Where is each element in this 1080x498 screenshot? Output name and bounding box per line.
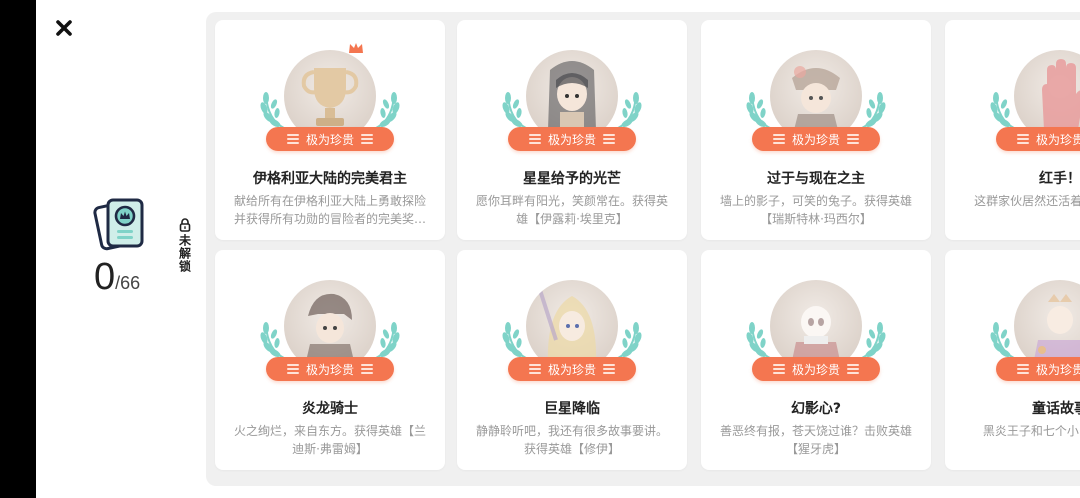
total-count: /66	[115, 273, 141, 293]
laurel-icon	[502, 322, 527, 359]
laurel-icon	[260, 92, 285, 129]
badge-right-bars	[361, 134, 373, 144]
achievement-card[interactable]: 极为珍贵 炎龙骑士 火之绚烂，来自东方。获得英雄【兰迪斯·弗雷姆】	[215, 250, 445, 470]
achievement-description: 黑炎王子和七个小巨人 姓名?	[982, 424, 1080, 438]
laurel-icon	[746, 322, 771, 359]
rarity-badge: 极为珍贵	[508, 357, 636, 381]
achievement-title: 炎龙骑士	[302, 401, 358, 417]
achievement-title: 幻影心?	[790, 401, 842, 417]
laurel-icon	[861, 322, 886, 359]
laurel-icon	[375, 322, 400, 359]
close-icon	[56, 20, 72, 36]
badge-left-bars	[528, 364, 541, 374]
lock-icon	[179, 218, 191, 232]
rarity-badge: 极为珍贵	[266, 357, 394, 381]
laurel-icon	[617, 92, 642, 129]
achievement-title: 巨星降临	[544, 401, 600, 417]
rarity-badge: 极为珍贵	[266, 127, 394, 151]
laurel-icon	[502, 92, 527, 129]
rarity-badge: 极为珍贵	[752, 127, 880, 151]
rarity-label: 极为珍贵	[547, 362, 596, 377]
achievement-description: 这群家伙居然还活着？ 体成员。	[974, 194, 1080, 208]
badge-left-bars	[1016, 364, 1029, 374]
rarity-label: 极为珍贵	[791, 362, 840, 377]
achievement-description: 静静聆听吧，我还有很多故事要讲。获得英雄【修伊】	[475, 424, 668, 456]
achievement-card[interactable]: 极为珍贵 童话故事 黑炎王子和七个小巨人 姓名?	[945, 250, 1080, 470]
achievement-description: 愿你耳畔有阳光，笑颜常在。获得英雄【伊露莉·埃里克】	[475, 194, 668, 226]
achievement-card[interactable]: 极为珍贵 幻影心? 善恶终有报，苍天饶过谁？击败英雄【猩牙虎】	[701, 250, 931, 470]
unlock-filter[interactable]: 未解锁	[175, 218, 195, 273]
achievement-title: 星星给予的光芒	[523, 171, 621, 187]
badge-right-bars	[847, 364, 859, 374]
badge-right-bars	[603, 364, 615, 374]
achievement-title: 过于与现在之主	[767, 171, 865, 187]
unlocked-count: 0/66	[94, 256, 140, 299]
laurel-icon	[260, 322, 285, 359]
left-edge-strip	[0, 0, 36, 498]
unlocked-count-value: 0	[94, 256, 116, 298]
close-button[interactable]	[50, 14, 78, 42]
badge-left-bars	[772, 134, 785, 144]
achievement-description: 献给所有在伊格利亚大陆上勇敢探险并获得所有功勋的冒险者的完美奖…	[233, 194, 426, 226]
rarity-label: 极为珍贵	[1035, 362, 1080, 377]
badge-left-bars	[286, 364, 299, 374]
badge-left-bars	[772, 364, 785, 374]
achievement-card[interactable]: 极为珍贵 巨星降临 静静聆听吧，我还有很多故事要讲。获得英雄【修伊】	[457, 250, 687, 470]
rarity-label: 极为珍贵	[1035, 132, 1080, 147]
badge-right-bars	[847, 134, 859, 144]
achievement-title: 红手！	[1039, 171, 1080, 187]
rarity-label: 极为珍贵	[547, 132, 596, 147]
laurel-icon	[861, 92, 886, 129]
achievement-card[interactable]: 极为珍贵 星星给予的光芒 愿你耳畔有阳光，笑颜常在。获得英雄【伊露莉·埃里克】	[457, 20, 687, 240]
badge-left-bars	[528, 134, 541, 144]
rarity-badge: 极为珍贵	[996, 357, 1080, 381]
achievement-description: 善恶终有报，苍天饶过谁？击败英雄【猩牙虎】	[719, 424, 912, 456]
achievement-description: 火之绚烂，来自东方。获得英雄【兰迪斯·弗雷姆】	[233, 424, 426, 456]
achievement-card[interactable]: 极为珍贵 过于与现在之主 墙上的影子，可笑的兔子。获得英雄【瑞斯特林·玛西尔】	[701, 20, 931, 240]
achievement-title: 伊格利亚大陆的完美君主	[253, 171, 407, 187]
badge-left-bars	[1016, 134, 1029, 144]
laurel-icon	[990, 92, 1015, 129]
laurel-icon	[746, 92, 771, 129]
rarity-label: 极为珍贵	[791, 132, 840, 147]
badge-right-bars	[361, 364, 373, 374]
achievement-card[interactable]: 极为珍贵 红手！ 这群家伙居然还活着？ 体成员。	[945, 20, 1080, 240]
achievement-card[interactable]: 极为珍贵 伊格利亚大陆的完美君主 献给所有在伊格利亚大陆上勇敢探险并获得所有功勋…	[215, 20, 445, 240]
rarity-badge: 极为珍贵	[996, 127, 1080, 151]
rarity-badge: 极为珍贵	[752, 357, 880, 381]
achievement-book-icon	[93, 198, 144, 251]
achievement-description: 墙上的影子，可笑的兔子。获得英雄【瑞斯特林·玛西尔】	[719, 194, 912, 226]
lock-label: 未解锁	[177, 234, 192, 273]
laurel-icon	[990, 322, 1015, 359]
rarity-badge: 极为珍贵	[508, 127, 636, 151]
laurel-icon	[375, 92, 400, 129]
badge-right-bars	[603, 134, 615, 144]
rarity-label: 极为珍贵	[305, 362, 354, 377]
laurel-icon	[617, 322, 642, 359]
achievement-title: 童话故事	[1032, 401, 1080, 417]
rarity-label: 极为珍贵	[305, 132, 354, 147]
achievement-grid: 极为珍贵 伊格利亚大陆的完美君主 献给所有在伊格利亚大陆上勇敢探险并获得所有功勋…	[206, 12, 1080, 486]
badge-left-bars	[286, 134, 299, 144]
